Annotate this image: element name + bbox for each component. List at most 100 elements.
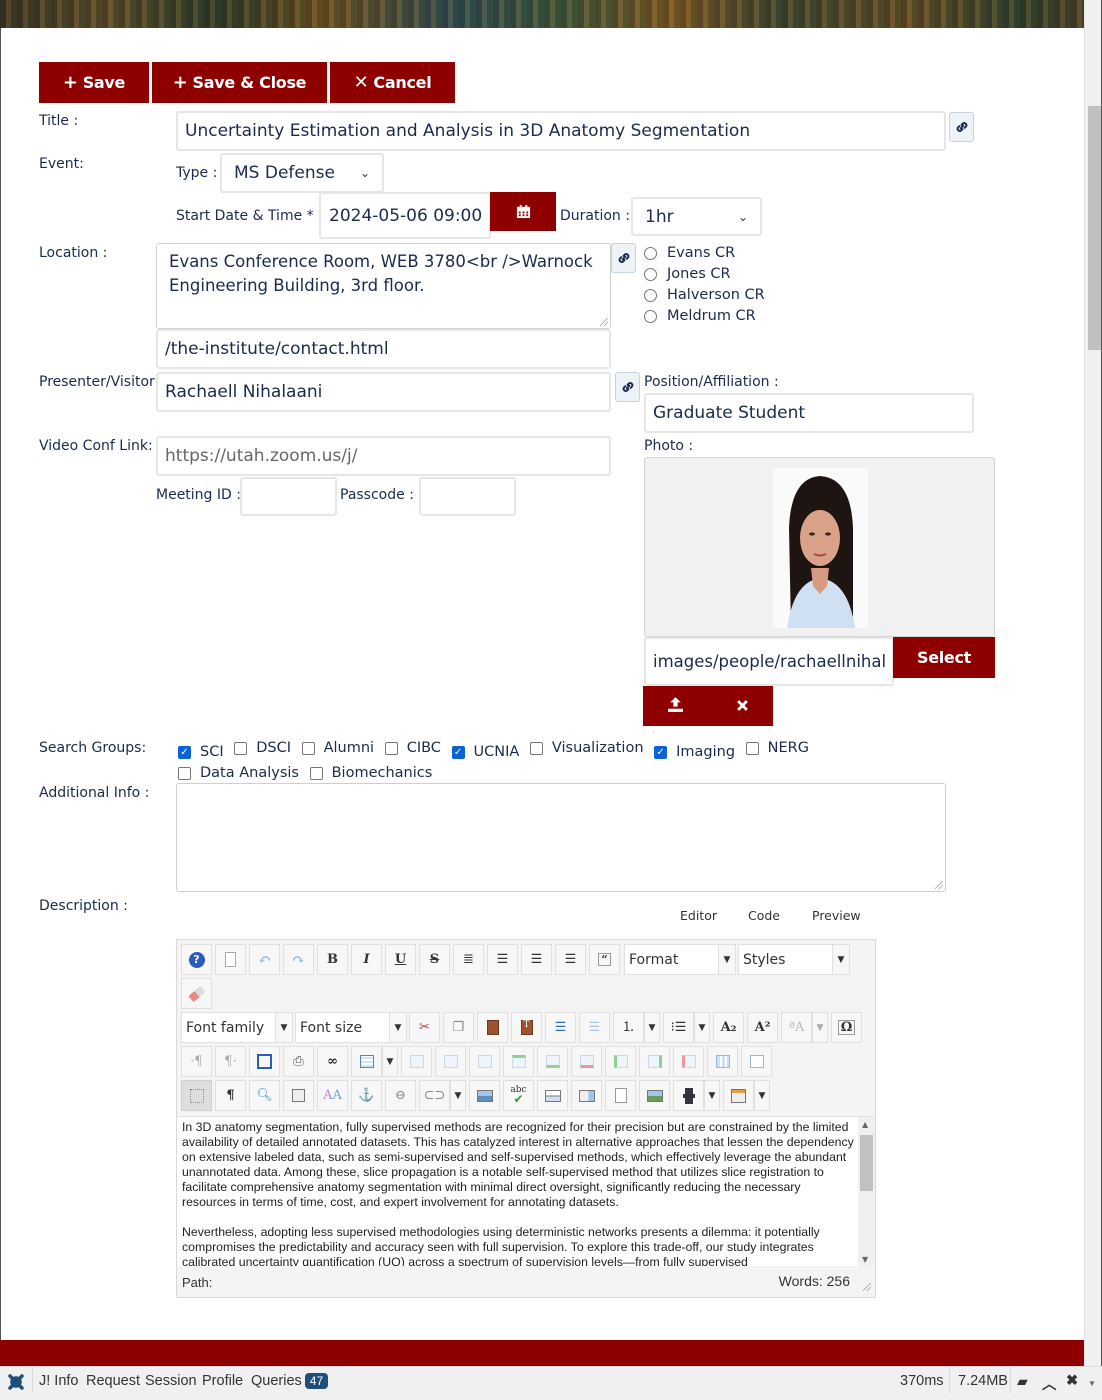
calendar-button[interactable] [490,192,556,231]
split-cells-button[interactable] [707,1046,738,1077]
search-group-nerg[interactable]: NERG [744,738,809,759]
checkbox[interactable] [529,742,543,755]
horizontal-rule-button[interactable] [537,1080,568,1111]
presenter-link-button[interactable] [615,372,640,402]
radio-button[interactable] [644,246,657,260]
numbered-list-dropdown[interactable]: ▼ [644,1012,660,1043]
font-family-dropdown[interactable]: Font family ▼ [181,1012,293,1043]
preview-button[interactable]: 🔍︎ [249,1080,280,1111]
joomla-logo-icon[interactable] [6,1372,26,1396]
search-button[interactable]: ∞ [317,1046,348,1077]
anchor-button[interactable]: ⚓ [351,1080,382,1111]
media-button[interactable] [673,1080,704,1111]
start-datetime-input[interactable]: 2024-05-06 09:00 [319,192,491,239]
location-option-halverson[interactable]: Halverson CR [644,287,765,303]
debug-tab-session[interactable]: Session [145,1373,197,1389]
location-option-meldrum[interactable]: Meldrum CR [644,308,756,324]
checkbox[interactable] [384,742,398,755]
checkbox[interactable] [309,767,323,780]
ltr-button[interactable]: ·¶ [181,1046,212,1077]
checkbox[interactable] [234,742,248,755]
delete-row-button[interactable] [571,1046,602,1077]
passcode-input[interactable] [419,477,516,516]
subscript-button[interactable]: A₂ [713,1012,744,1043]
photo-path-input[interactable]: images/people/rachaellnihal [644,637,894,686]
align-center-button[interactable]: ☰ [487,944,518,975]
new-document-button[interactable] [215,944,246,975]
align-left-button[interactable]: ☰ [521,944,552,975]
insert-row-before-button[interactable] [503,1046,534,1077]
scroll-down-arrow-icon[interactable]: ▼ [1088,1379,1096,1388]
resize-handle[interactable] [935,881,943,889]
debug-tab-info[interactable]: J! Info [39,1373,79,1389]
styleprops-button[interactable]: AA [317,1080,348,1111]
italic-button[interactable]: I [351,944,382,975]
scroll-up-arrow-icon[interactable]: ▲ [862,1120,868,1129]
show-blocks-button[interactable]: ¶ [215,1080,246,1111]
paste-button[interactable] [477,1012,508,1043]
font-color-dropdown[interactable]: ▼ [812,1012,828,1043]
close-debugbar-button[interactable]: ✖ [1066,1373,1078,1389]
title-input[interactable]: Uncertainty Estimation and Analysis in 3… [176,111,946,151]
undo-button[interactable]: ↶ [249,944,280,975]
underline-button[interactable]: U [385,944,416,975]
additional-info-textarea[interactable] [176,783,946,892]
align-right-button[interactable]: ☰ [555,944,586,975]
clear-formatting-button[interactable] [181,978,212,1009]
fullscreen-button[interactable] [249,1046,280,1077]
type-select[interactable]: MS Defense ⌄ [220,153,384,193]
search-group-biomechanics[interactable]: Biomechanics [308,763,432,784]
visual-aid-button[interactable] [181,1080,212,1111]
bold-button[interactable]: B [317,944,348,975]
checkbox[interactable] [301,742,315,755]
font-color-button[interactable]: ªA [781,1012,812,1043]
checkbox-checked[interactable]: ✓ [178,746,191,759]
duration-select[interactable]: 1hr ⌄ [631,197,762,236]
save-button[interactable]: + Save [39,62,149,103]
debug-tab-queries[interactable]: Queries 47 [251,1373,329,1389]
bullet-list-dropdown[interactable]: ▼ [694,1012,710,1043]
tab-editor[interactable]: Editor [680,908,748,923]
link-dropdown[interactable]: ▼ [450,1080,466,1111]
insert-col-after-button[interactable] [639,1046,670,1077]
save-close-button[interactable]: + Save & Close [152,62,327,103]
location-option-evans[interactable]: Evans CR [644,245,735,261]
special-character-button[interactable]: Ω [831,1012,862,1043]
search-group-dsci[interactable]: DSCI [232,738,291,759]
delete-col-button[interactable] [673,1046,704,1077]
radio-button[interactable] [644,309,657,323]
resize-handle[interactable] [600,318,608,326]
spellcheck-button[interactable]: abc ✔ [503,1080,534,1111]
minimize-debugbar-button[interactable]: ︿ [1042,1373,1057,1394]
delete-table-button[interactable] [401,1046,432,1077]
numbered-list-button[interactable]: ⒈ [613,1012,644,1043]
clear-photo-button[interactable] [736,697,749,716]
help-button[interactable]: ? [181,944,212,975]
search-group-imaging[interactable]: ✓ Imaging [652,742,735,763]
search-group-sci[interactable]: ✓ SCI [176,742,224,763]
location-url-input[interactable]: /the-institute/contact.html [156,329,611,369]
template-button[interactable] [571,1080,602,1111]
styles-dropdown[interactable]: Styles ▼ [738,944,850,975]
video-conf-input[interactable]: https://utah.zoom.us/j/ [156,436,611,476]
photo-select-button[interactable]: Select [893,637,995,678]
insert-col-before-button[interactable] [605,1046,636,1077]
module-dropdown[interactable]: ▼ [754,1080,770,1111]
justify-button[interactable]: ≣ [453,944,484,975]
meeting-id-input[interactable] [240,477,337,516]
location-option-jones[interactable]: Jones CR [644,266,731,282]
radio-button[interactable] [644,267,657,281]
bullet-list-button[interactable]: ⁝☰ [663,1012,694,1043]
rtl-button[interactable]: ¶· [215,1046,246,1077]
paste-text-button[interactable]: T [511,1012,542,1043]
outdent-button[interactable]: ☰ [579,1012,610,1043]
search-group-ucnia[interactable]: ✓ UCNIA [450,742,519,763]
search-group-visualization[interactable]: Visualization [528,738,644,759]
print-button[interactable]: ⎙ [283,1046,314,1077]
editor-scrollbar[interactable]: ▲ ▼ [858,1117,875,1266]
search-group-cibc[interactable]: CIBC [383,738,441,759]
page-scrollbar[interactable] [1084,0,1102,1366]
radio-button[interactable] [644,288,657,302]
editor-resize-handle[interactable] [863,1283,871,1291]
table-dropdown[interactable]: ▼ [382,1046,398,1077]
